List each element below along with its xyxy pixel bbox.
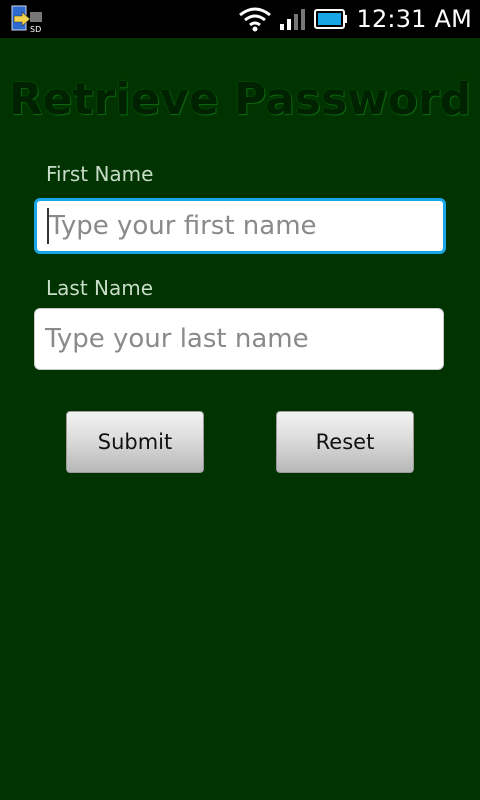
last-name-input[interactable]: Type your last name xyxy=(34,308,444,370)
first-name-label: First Name xyxy=(46,162,154,186)
last-name-label: Last Name xyxy=(46,276,154,300)
page-title: Retrieve Password xyxy=(8,74,472,125)
svg-text:SD: SD xyxy=(30,25,41,34)
battery-icon xyxy=(314,9,348,29)
first-name-input[interactable]: Type your first name xyxy=(34,198,446,254)
retrieve-password-screen: Retrieve Password First Name Type your f… xyxy=(0,38,480,800)
reset-button[interactable]: Reset xyxy=(276,411,414,473)
status-time: 12:31 AM xyxy=(356,5,472,33)
sd-card-transfer-icon: SD xyxy=(10,4,46,34)
last-name-placeholder: Type your last name xyxy=(45,324,309,354)
submit-button[interactable]: Submit xyxy=(66,411,204,473)
wifi-icon xyxy=(239,7,272,32)
first-name-placeholder: Type your first name xyxy=(49,211,317,241)
cell-signal-icon xyxy=(280,9,306,30)
status-right-icons: 12:31 AM xyxy=(238,0,472,38)
status-bar: SD 12:31 AM xyxy=(0,0,480,38)
